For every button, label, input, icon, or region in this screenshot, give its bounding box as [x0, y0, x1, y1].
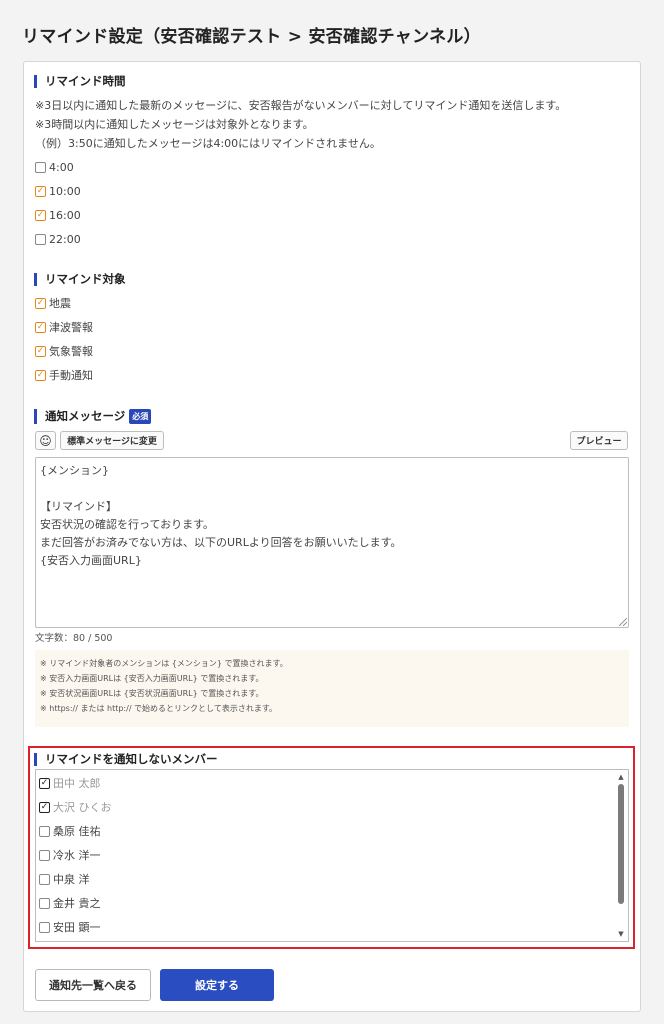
member-row[interactable]: 金井 貴之	[39, 896, 101, 910]
member-name: 田中 太郎	[53, 777, 101, 790]
checkbox[interactable]: ✓	[35, 369, 46, 381]
option-label: 10:00	[49, 184, 81, 198]
message-line: 【リマインド】	[40, 500, 117, 513]
member-row[interactable]: ✓ 大沢 ひくお	[39, 800, 112, 814]
checkbox[interactable]: ✓	[39, 801, 50, 813]
target-option-earthquake[interactable]: ✓ 地震	[35, 296, 71, 310]
scroll-up-arrow-icon[interactable]: ▲	[616, 772, 626, 782]
checkbox[interactable]: ✓	[39, 777, 50, 789]
exclude-members-heading: リマインドを通知しないメンバー	[34, 753, 218, 766]
checkbox[interactable]	[39, 921, 50, 933]
preview-button[interactable]: プレビュー	[570, 431, 628, 450]
save-button[interactable]: 設定する	[160, 969, 274, 1001]
member-name: 桑原 佳祐	[53, 825, 101, 838]
remind-target-heading: リマインド対象	[34, 273, 126, 286]
standard-message-button[interactable]: 標準メッセージに変更	[60, 431, 164, 450]
remind-time-note-1: ※3日以内に通知した最新のメッセージに、安否報告がないメンバーに対してリマインド…	[35, 99, 567, 112]
member-row[interactable]: 桑原 佳祐	[39, 824, 101, 838]
checkbox[interactable]	[39, 873, 50, 885]
member-row[interactable]: 冷水 洋一	[39, 848, 101, 862]
back-to-list-button[interactable]: 通知先一覧へ戻る	[35, 969, 151, 1001]
option-label: 16:00	[49, 208, 81, 222]
checkbox[interactable]	[39, 849, 50, 861]
message-line: {メンション}	[40, 464, 109, 477]
member-list[interactable]: ✓ 田中 太郎 ✓ 大沢 ひくお 桑原 佳祐 冷水 洋一 中泉 洋 金井 貴之 …	[35, 769, 629, 942]
message-hints: ※ リマインド対象者のメンションは {メンション} で置換されます。 ※ 安否入…	[35, 650, 629, 727]
member-name: 中泉 洋	[53, 873, 90, 886]
member-name: 金井 貴之	[53, 897, 101, 910]
time-option-10[interactable]: ✓ 10:00	[35, 184, 81, 198]
member-list-scrollbar[interactable]: ▲ ▼	[616, 772, 626, 939]
member-name: 冷水 洋一	[53, 849, 101, 862]
hint-line: ※ リマインド対象者のメンションは {メンション} で置換されます。	[40, 659, 288, 668]
target-option-weather[interactable]: ✓ 気象警報	[35, 344, 93, 358]
checkbox[interactable]	[39, 825, 50, 837]
message-line: まだ回答がお済みでない方は、以下のURLより回答をお願いいたします。	[40, 536, 402, 549]
remind-time-note-3: （例）3:50に通知したメッセージは4:00にはリマインドされません。	[35, 137, 381, 150]
checkbox[interactable]	[39, 897, 50, 909]
member-name: 安田 顕一	[53, 921, 101, 934]
target-option-tsunami[interactable]: ✓ 津波警報	[35, 320, 93, 334]
time-option-22[interactable]: 22:00	[35, 232, 81, 246]
hint-line: ※ 安否入力画面URLは {安否入力画面URL} で置換されます。	[40, 674, 264, 683]
member-row[interactable]: ✓ 田中 太郎	[39, 776, 101, 790]
option-label: 手動通知	[49, 369, 93, 382]
resize-handle[interactable]	[619, 618, 627, 626]
target-option-manual[interactable]: ✓ 手動通知	[35, 368, 93, 382]
member-name: 大沢 ひくお	[53, 801, 112, 814]
checkbox[interactable]: ✓	[35, 345, 46, 357]
message-line: 安否状況の確認を行っております。	[40, 518, 215, 531]
option-label: 地震	[49, 297, 71, 310]
checkbox[interactable]: ✓	[35, 321, 46, 333]
hint-line: ※ https:// または http:// で始めるとリンクとして表示されます…	[40, 704, 278, 713]
option-label: 津波警報	[49, 321, 93, 334]
smiley-icon: ☺	[39, 433, 52, 448]
checkbox[interactable]: ✓	[35, 185, 46, 197]
checkbox[interactable]	[35, 233, 46, 245]
scroll-down-arrow-icon[interactable]: ▼	[616, 929, 626, 939]
message-heading: 通知メッセージ 必須	[34, 409, 152, 424]
message-heading-label: 通知メッセージ	[45, 409, 126, 423]
message-line: {安否入力画面URL}	[40, 554, 142, 567]
checkbox[interactable]	[35, 161, 46, 173]
time-option-16[interactable]: ✓ 16:00	[35, 208, 81, 222]
checkbox[interactable]: ✓	[35, 209, 46, 221]
remind-time-heading: リマインド時間	[34, 75, 126, 88]
message-line	[40, 480, 624, 498]
emoji-button[interactable]: ☺	[35, 431, 56, 450]
required-badge: 必須	[129, 409, 152, 424]
scroll-thumb[interactable]	[618, 784, 624, 904]
option-label: 4:00	[49, 160, 74, 174]
checkbox[interactable]: ✓	[35, 297, 46, 309]
option-label: 気象警報	[49, 345, 93, 358]
remind-time-note-2: ※3時間以内に通知したメッセージは対象外となります。	[35, 118, 314, 131]
time-option-4[interactable]: 4:00	[35, 160, 74, 174]
member-row[interactable]: 中泉 洋	[39, 872, 90, 886]
page-title: リマインド設定（安否確認テスト > 安否確認チャンネル）	[22, 27, 481, 47]
option-label: 22:00	[49, 232, 81, 246]
member-row[interactable]: 安田 顕一	[39, 920, 101, 934]
hint-line: ※ 安否状況画面URLは {安否状況画面URL} で置換されます。	[40, 689, 264, 698]
message-textarea[interactable]: {メンション} 【リマインド】 安否状況の確認を行っております。 まだ回答がお済…	[35, 457, 629, 628]
character-counter: 文字数：80 / 500	[35, 633, 113, 644]
